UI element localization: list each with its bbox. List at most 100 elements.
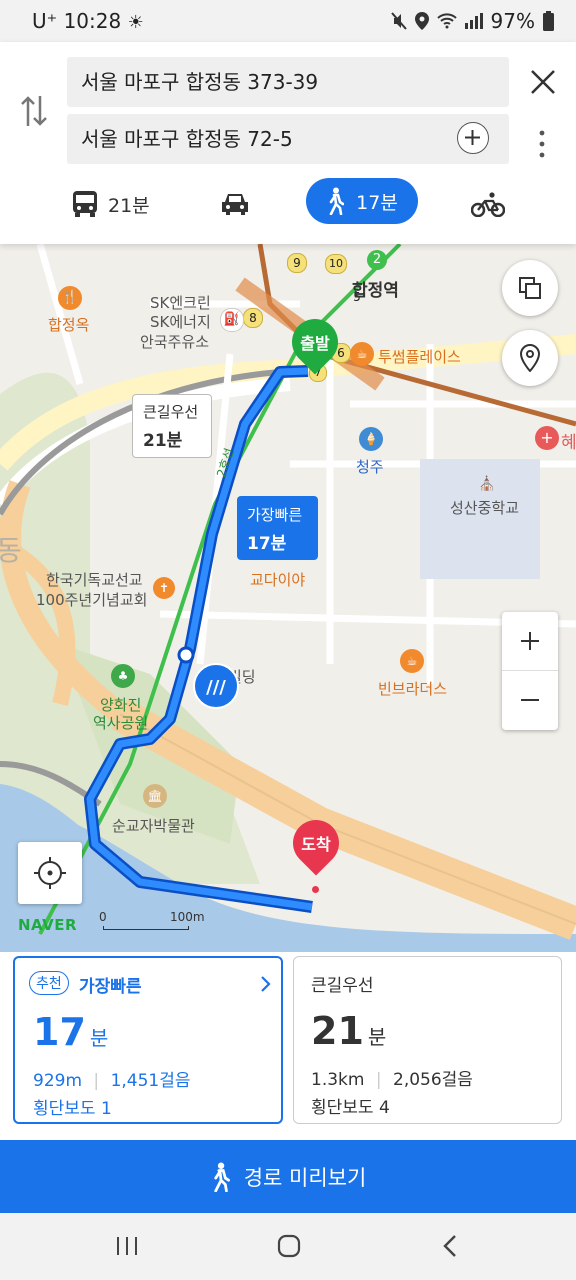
restaurant-icon[interactable]: 🍴 — [58, 286, 82, 310]
hospital-icon[interactable]: + — [535, 426, 559, 450]
clock: 10:28 — [63, 9, 122, 33]
cafe-icon[interactable]: ☕ — [400, 649, 424, 673]
car-icon — [222, 194, 248, 215]
map-view[interactable]: 9 10 2 8 5 6 7 🍴 합정옥 SK엔크린 ⛽ SK에너지 안국주유소… — [0, 244, 576, 952]
poi-codaiya[interactable]: 교다이야 — [250, 569, 305, 590]
route-label: 가장빠른 — [79, 977, 142, 997]
poi-museum[interactable]: 순교자박물관 — [112, 815, 195, 836]
scale-zero: 0 — [99, 910, 107, 924]
school-icon: ⛪ — [478, 476, 496, 492]
route-preview-label: 경로 미리보기 — [243, 1165, 367, 1190]
home-icon[interactable] — [277, 1234, 301, 1258]
icecream-icon[interactable]: 🍦 — [359, 427, 383, 451]
end-label: 도착 — [301, 835, 331, 854]
plus-icon — [465, 130, 480, 145]
status-right: 97% — [390, 9, 554, 33]
swap-icon[interactable] — [20, 94, 48, 128]
add-waypoint-button[interactable] — [457, 122, 489, 154]
gas-station-icon[interactable]: ⛽ — [220, 308, 244, 332]
poi-beanbrothers[interactable]: 빈브라더스 — [378, 678, 447, 699]
wifi-icon — [436, 13, 457, 29]
park-icon[interactable]: ♣ — [111, 664, 135, 688]
route-minutes: 21 — [311, 1009, 364, 1053]
museum-icon[interactable]: 🏛 — [143, 784, 167, 808]
my-location-button[interactable] — [18, 842, 82, 904]
system-nav-bar — [0, 1213, 576, 1280]
zoom-controls — [502, 612, 558, 730]
main-route-title: 가장빠른 — [247, 506, 303, 524]
church-icon[interactable]: ✝ — [153, 577, 175, 599]
plus-icon — [521, 632, 539, 650]
tab-walk[interactable]: 17분 — [306, 178, 418, 224]
station-marker: 2 — [367, 250, 387, 270]
poi-yanghwajin-2[interactable]: 역사공원 — [93, 712, 148, 733]
start-label: 출발 — [300, 334, 330, 353]
bus-icon — [73, 191, 97, 217]
route-crossings: 횡단보도 1 — [33, 1099, 112, 1119]
route-distance: 1.3km — [311, 1070, 365, 1090]
tab-car[interactable] — [220, 179, 250, 229]
signal-icon — [464, 13, 483, 29]
tab-walk-label: 17분 — [356, 191, 398, 214]
poi-twosome[interactable]: 투썸플레이스 — [378, 346, 461, 367]
route-crossings: 횡단보도 4 — [311, 1098, 390, 1118]
walk-icon — [214, 1162, 230, 1192]
mute-icon — [390, 12, 407, 30]
alt-route-bubble[interactable]: 큰길우선 21분 — [132, 394, 212, 458]
zoom-out-button[interactable] — [502, 671, 558, 729]
zoom-in-button[interactable] — [502, 612, 558, 671]
route-distance: 929m — [33, 1071, 83, 1091]
recent-apps-icon[interactable] — [115, 1235, 139, 1257]
tab-bus-label: 21분 — [108, 194, 150, 217]
route-card-fastest[interactable]: 추천 가장빠른 17 분 929m | 1,451걸음 횡단보도 1 — [13, 956, 283, 1124]
poi-sk-2[interactable]: SK에너지 — [150, 311, 211, 332]
transport-mode-tabs: 21분 17분 — [0, 172, 576, 230]
tab-bus[interactable]: 21분 — [72, 179, 150, 229]
chevron-right-icon — [261, 976, 271, 992]
back-icon[interactable] — [442, 1234, 458, 1258]
station-marker: 10 — [325, 254, 347, 274]
poi-side-dong: 동 — [0, 534, 22, 567]
location-icon — [414, 12, 429, 30]
poi-sk-3[interactable]: 안국주유소 — [140, 331, 209, 352]
alt-route-time: 21분 — [143, 431, 183, 451]
route-steps: 1,451걸음 — [110, 1071, 191, 1091]
poi-church-1[interactable]: 한국기독교선교 — [46, 569, 143, 590]
location-pin-button[interactable] — [502, 330, 558, 386]
scale-distance: 100m — [170, 910, 205, 924]
naver-logo: NAVER — [18, 916, 78, 934]
poi-hapjeongok[interactable]: 합정옥 — [48, 314, 89, 335]
poi-hapjeong-station[interactable]: 합정역 — [352, 276, 399, 301]
route-label: 큰길우선 — [311, 976, 374, 996]
destination-field[interactable]: 서울 마포구 합정동 72-5 — [67, 114, 509, 164]
scale-bar — [103, 926, 189, 930]
poi-sk-1[interactable]: SK엔크린 — [150, 292, 211, 313]
route-meta: 929m | 1,451걸음 — [33, 1071, 191, 1091]
route-search-panel: 서울 마포구 합정동 373-39 서울 마포구 합정동 72-5 21분 17… — [0, 42, 576, 244]
bike-icon — [471, 192, 505, 217]
poi-church-2[interactable]: 100주년기념교회 — [36, 589, 147, 610]
recommended-badge: 추천 — [29, 971, 69, 995]
close-icon[interactable] — [530, 69, 556, 95]
route-time: 21 분 — [311, 1009, 386, 1053]
minus-icon — [521, 699, 539, 701]
main-route-time: 17분 — [247, 534, 287, 554]
layers-button[interactable] — [502, 260, 558, 316]
cafe-icon[interactable]: ☕ — [350, 342, 374, 366]
more-vert-icon[interactable] — [538, 130, 546, 158]
route-card-main-road[interactable]: 큰길우선 21 분 1.3km | 2,056걸음 횡단보도 4 — [293, 956, 562, 1124]
poi-seongsan-school[interactable]: 성산중학교 — [450, 497, 519, 518]
tab-bike[interactable] — [471, 179, 505, 229]
route-preview-button[interactable]: 경로 미리보기 — [0, 1140, 576, 1213]
route-meta: 1.3km | 2,056걸음 — [311, 1070, 473, 1090]
crosswalk-marker[interactable]: /// — [193, 663, 239, 709]
layers-icon — [519, 277, 541, 299]
battery-percent: 97% — [490, 9, 535, 33]
route-unit: 분 — [89, 1026, 109, 1050]
origin-field[interactable]: 서울 마포구 합정동 373-39 — [67, 57, 509, 107]
status-bar: U⁺ 10:28 ☀ 97% — [0, 0, 576, 42]
battery-icon — [543, 11, 554, 31]
poi-cheongju[interactable]: 청주 — [356, 456, 384, 477]
poi-cut-right[interactable]: 혜 — [561, 428, 576, 453]
main-route-bubble[interactable]: 가장빠른 17분 — [237, 496, 318, 560]
